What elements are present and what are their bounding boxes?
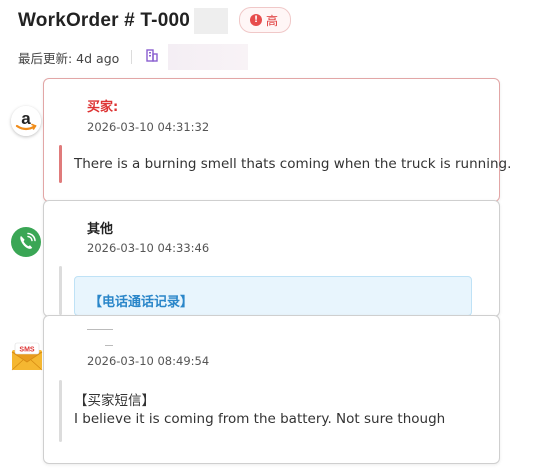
message-text: I believe it is coming from the battery.… bbox=[74, 411, 446, 427]
sender-name: 其他 bbox=[87, 222, 114, 237]
page-title: WorkOrder # T-000 bbox=[18, 10, 191, 31]
divider bbox=[131, 50, 133, 64]
sms-icon: SMS bbox=[11, 341, 43, 373]
message-text: There is a burning smell thats coming wh… bbox=[74, 156, 512, 172]
call-record-box: 【电话通话记录】 bbox=[74, 276, 472, 316]
svg-text:a: a bbox=[21, 109, 31, 128]
alert-icon: ! bbox=[250, 14, 262, 26]
message-timestamp: 2026-03-10 04:33:46 bbox=[87, 241, 210, 255]
amazon-icon: a bbox=[11, 106, 41, 136]
sender-placeholder bbox=[87, 329, 113, 330]
sms-badge-text: SMS bbox=[19, 347, 35, 354]
call-record-label: 【电话通话记录】 bbox=[89, 295, 194, 310]
quote-bar bbox=[59, 380, 62, 442]
meta-row: 最后更新: 4d ago bbox=[18, 44, 249, 70]
quote-bar bbox=[59, 266, 62, 315]
quote-bar bbox=[59, 145, 62, 183]
redacted-order-number bbox=[194, 8, 229, 34]
last-updated: 最后更新: 4d ago bbox=[18, 50, 120, 66]
message-timestamp: 2026-03-10 08:49:54 bbox=[87, 354, 210, 368]
sender-placeholder bbox=[105, 345, 113, 346]
building-icon bbox=[146, 48, 158, 66]
priority-label: 高 bbox=[266, 13, 279, 28]
page-title-row: WorkOrder # T-000 bbox=[18, 8, 229, 34]
phone-icon bbox=[11, 227, 41, 257]
redacted-store-name bbox=[168, 44, 249, 70]
priority-badge: ! 高 bbox=[239, 7, 292, 33]
message-timestamp: 2026-03-10 04:31:32 bbox=[87, 120, 210, 134]
sender-name: 买家: bbox=[87, 100, 119, 115]
sms-quote-title: 【买家短信】 bbox=[74, 393, 155, 409]
